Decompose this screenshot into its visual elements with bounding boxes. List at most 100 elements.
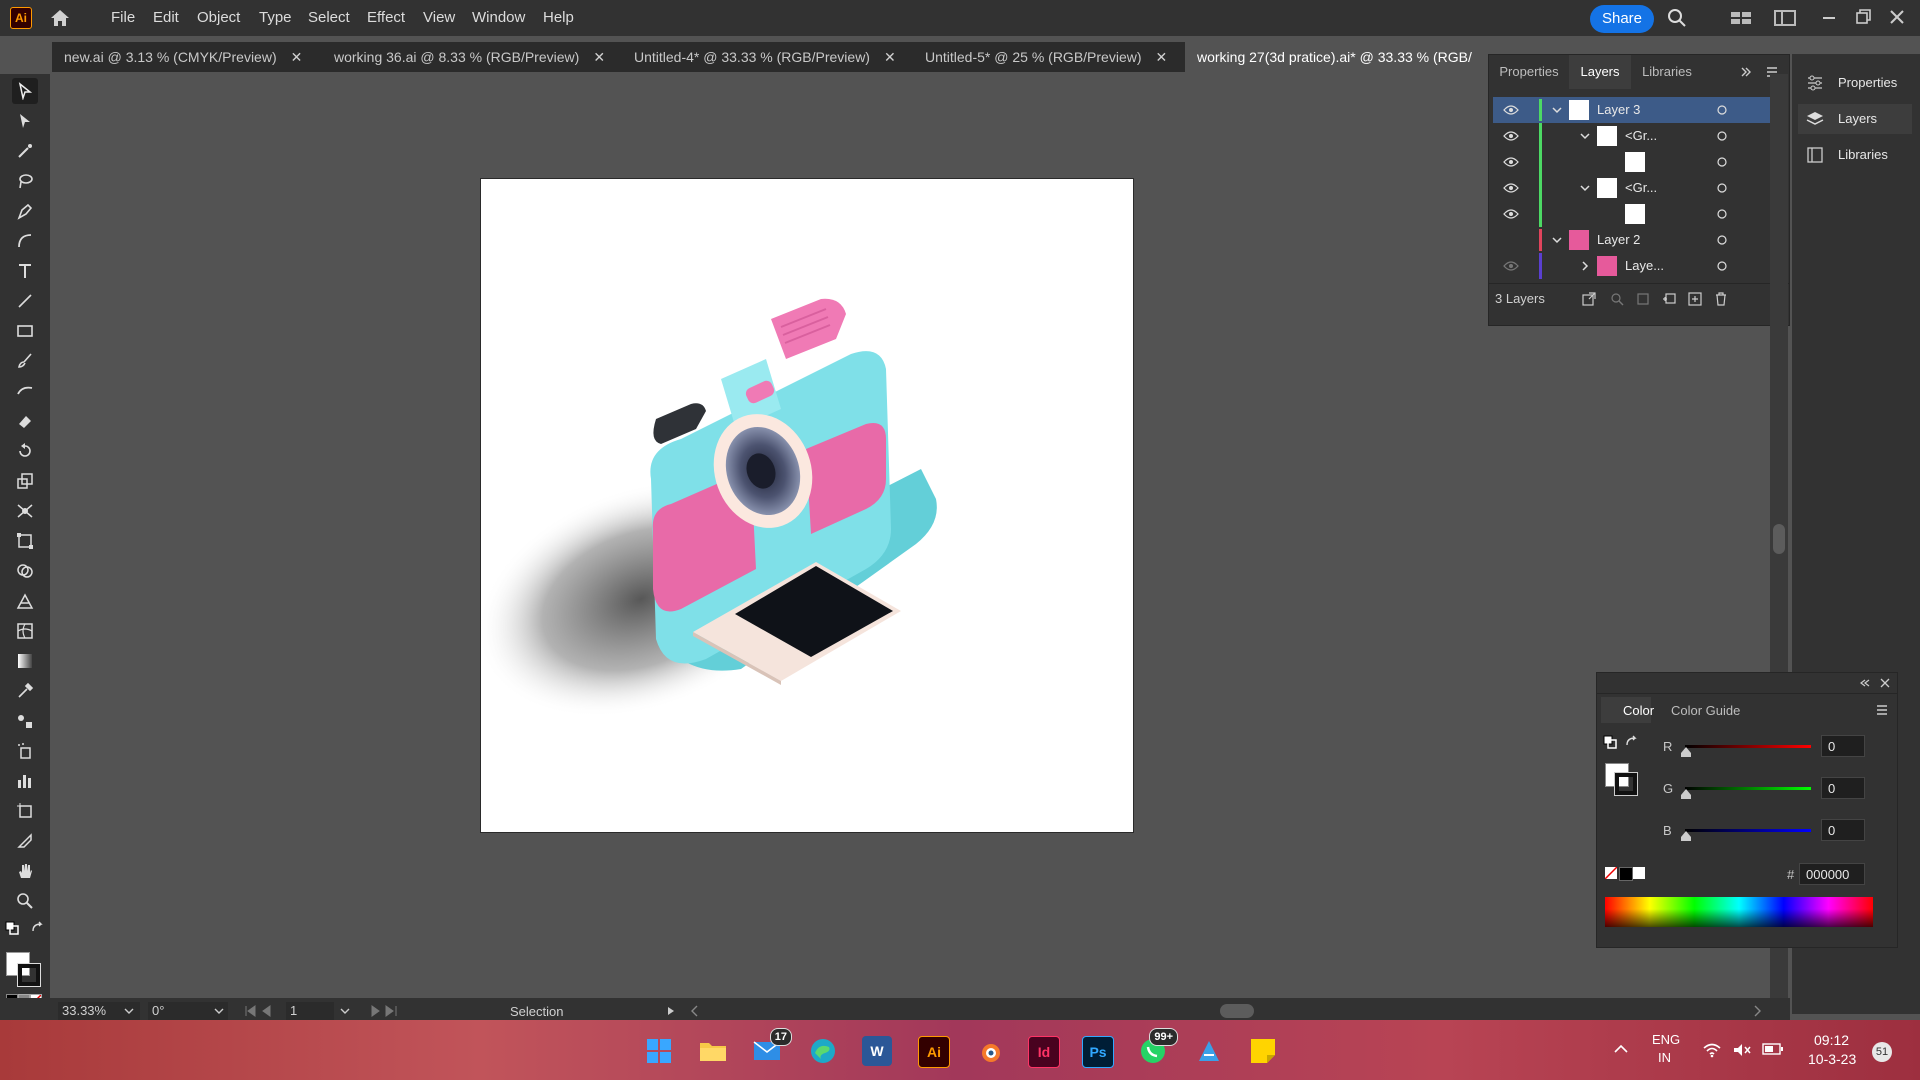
paintbrush-tool-icon[interactable] [12, 348, 38, 374]
target-circle-icon[interactable] [1717, 105, 1727, 115]
windows-start-icon[interactable] [644, 1036, 674, 1066]
scroll-thumb[interactable] [1773, 524, 1785, 554]
menu-view[interactable]: View [423, 0, 455, 36]
close-window-icon[interactable] [1886, 8, 1908, 28]
battery-icon[interactable] [1762, 1042, 1784, 1056]
menu-edit[interactable]: Edit [153, 0, 179, 36]
white-swatch[interactable] [1633, 867, 1645, 879]
curvature-tool-icon[interactable] [12, 228, 38, 254]
type-tool-icon[interactable] [12, 258, 38, 284]
green-slider[interactable]: G 0 [1663, 777, 1883, 801]
search-icon[interactable] [1666, 8, 1688, 28]
chevron-down-icon[interactable] [1551, 104, 1563, 116]
target-circle-icon[interactable] [1717, 131, 1727, 141]
whatsapp-icon[interactable]: 99+ [1138, 1028, 1178, 1066]
new-sublayer-icon[interactable] [1661, 291, 1677, 307]
target-circle-icon[interactable] [1717, 261, 1727, 271]
stroke-swatch[interactable] [1614, 772, 1638, 796]
rectangle-tool-icon[interactable] [12, 318, 38, 344]
target-circle-icon[interactable] [1717, 235, 1727, 245]
puppet-warp-tool-icon[interactable] [12, 498, 38, 524]
layer-row-path[interactable] [1493, 201, 1773, 227]
menu-select[interactable]: Select [308, 0, 350, 36]
blender-icon[interactable] [974, 1036, 1004, 1066]
pen-tool-icon[interactable] [12, 198, 38, 224]
share-button[interactable]: Share [1590, 5, 1654, 33]
blue-value-input[interactable]: 0 [1821, 819, 1865, 841]
trash-icon[interactable] [1713, 291, 1729, 307]
visibility-eye-icon[interactable] [1503, 156, 1519, 168]
eyedropper-tool-icon[interactable] [12, 678, 38, 704]
shape-builder-tool-icon[interactable] [12, 558, 38, 584]
speaker-muted-icon[interactable] [1732, 1042, 1752, 1058]
clock-date[interactable]: 10-3-23 [1808, 1051, 1856, 1067]
tab-libraries[interactable]: Libraries [1631, 55, 1703, 89]
close-tab-icon[interactable]: ✕ [884, 49, 896, 65]
chevron-down-icon[interactable] [1579, 182, 1591, 194]
black-swatch[interactable] [1619, 867, 1633, 881]
layer-row-layer-3[interactable]: Layer 3 [1493, 97, 1773, 123]
document-tab[interactable]: Untitled-4* @ 33.33 % (RGB/Preview) ✕ [622, 42, 913, 72]
clock-time[interactable]: 09:12 [1814, 1032, 1849, 1048]
rotate-tool-icon[interactable] [12, 438, 38, 464]
default-fill-stroke-icon[interactable] [4, 920, 20, 936]
line-segment-tool-icon[interactable] [12, 288, 38, 314]
hand-tool-icon[interactable] [12, 858, 38, 884]
blend-tool-icon[interactable] [12, 708, 38, 734]
collapse-panel-icon[interactable] [1859, 677, 1871, 689]
chevron-down-icon[interactable] [1579, 130, 1591, 142]
document-tab-active[interactable]: working 27(3d pratice).ai* @ 33.33 % (RG… [1185, 42, 1492, 72]
photoshop-icon[interactable]: Ps [1082, 1036, 1114, 1068]
menu-file[interactable]: File [111, 0, 135, 36]
chevron-right-icon[interactable] [1579, 260, 1591, 272]
default-fill-stroke-icon[interactable] [1603, 735, 1617, 749]
visibility-eye-icon[interactable] [1503, 104, 1519, 116]
wifi-icon[interactable] [1702, 1042, 1722, 1058]
word-icon[interactable]: W [862, 1036, 892, 1066]
document-tab[interactable]: working 36.ai @ 8.33 % (RGB/Preview) ✕ [322, 42, 622, 72]
arrange-documents-icon[interactable] [1730, 8, 1752, 28]
restore-icon[interactable] [1852, 8, 1874, 28]
perspective-grid-tool-icon[interactable] [12, 588, 38, 614]
mesh-tool-icon[interactable] [12, 618, 38, 644]
slider-thumb-icon[interactable] [1681, 831, 1691, 841]
slider-track[interactable] [1685, 787, 1811, 790]
hex-input[interactable]: 000000 [1799, 863, 1865, 885]
play-icon[interactable] [666, 1006, 676, 1016]
language-label[interactable]: ENG [1652, 1032, 1680, 1047]
close-tab-icon[interactable]: ✕ [291, 49, 303, 65]
tab-color-guide[interactable]: Color Guide [1671, 703, 1740, 718]
close-panel-icon[interactable] [1879, 677, 1891, 689]
dock-properties[interactable]: Properties [1798, 68, 1912, 98]
lasso-tool-icon[interactable] [12, 168, 38, 194]
minimize-icon[interactable] [1818, 8, 1840, 28]
layer-row-group[interactable]: <Gr... [1493, 175, 1773, 201]
stroke-swatch[interactable] [17, 963, 41, 987]
zoom-tool-icon[interactable] [12, 888, 38, 914]
none-swatch[interactable] [1605, 867, 1617, 879]
illustrator-logo-icon[interactable]: Ai [10, 7, 32, 29]
dock-layers[interactable]: Layers [1798, 104, 1912, 134]
edge-browser-icon[interactable] [808, 1036, 838, 1066]
menu-window[interactable]: Window [472, 0, 525, 36]
green-value-input[interactable]: 0 [1821, 777, 1865, 799]
notification-count-badge[interactable]: 51 [1872, 1042, 1892, 1062]
gradient-tool-icon[interactable] [12, 648, 38, 674]
red-value-input[interactable]: 0 [1821, 735, 1865, 757]
swap-fill-stroke-icon[interactable] [30, 920, 46, 936]
eraser-tool-icon[interactable] [12, 408, 38, 434]
symbol-sprayer-tool-icon[interactable] [12, 738, 38, 764]
blue-slider[interactable]: B 0 [1663, 819, 1883, 843]
close-tab-icon[interactable]: ✕ [593, 49, 605, 65]
next-last-artboard-icon[interactable] [366, 1005, 398, 1017]
horizontal-scroll-thumb[interactable] [1220, 1004, 1254, 1018]
illustrator-taskbar-icon[interactable]: Ai [918, 1036, 950, 1068]
slice-tool-icon[interactable] [12, 828, 38, 854]
tab-color[interactable]: Color [1601, 697, 1654, 723]
new-layer-icon[interactable] [1687, 291, 1703, 307]
menu-effect[interactable]: Effect [367, 0, 405, 36]
first-previous-artboard-icon[interactable] [244, 1005, 276, 1017]
direct-selection-tool-icon[interactable] [12, 108, 38, 134]
layer-row-group[interactable]: <Gr... [1493, 123, 1773, 149]
target-circle-icon[interactable] [1717, 209, 1727, 219]
